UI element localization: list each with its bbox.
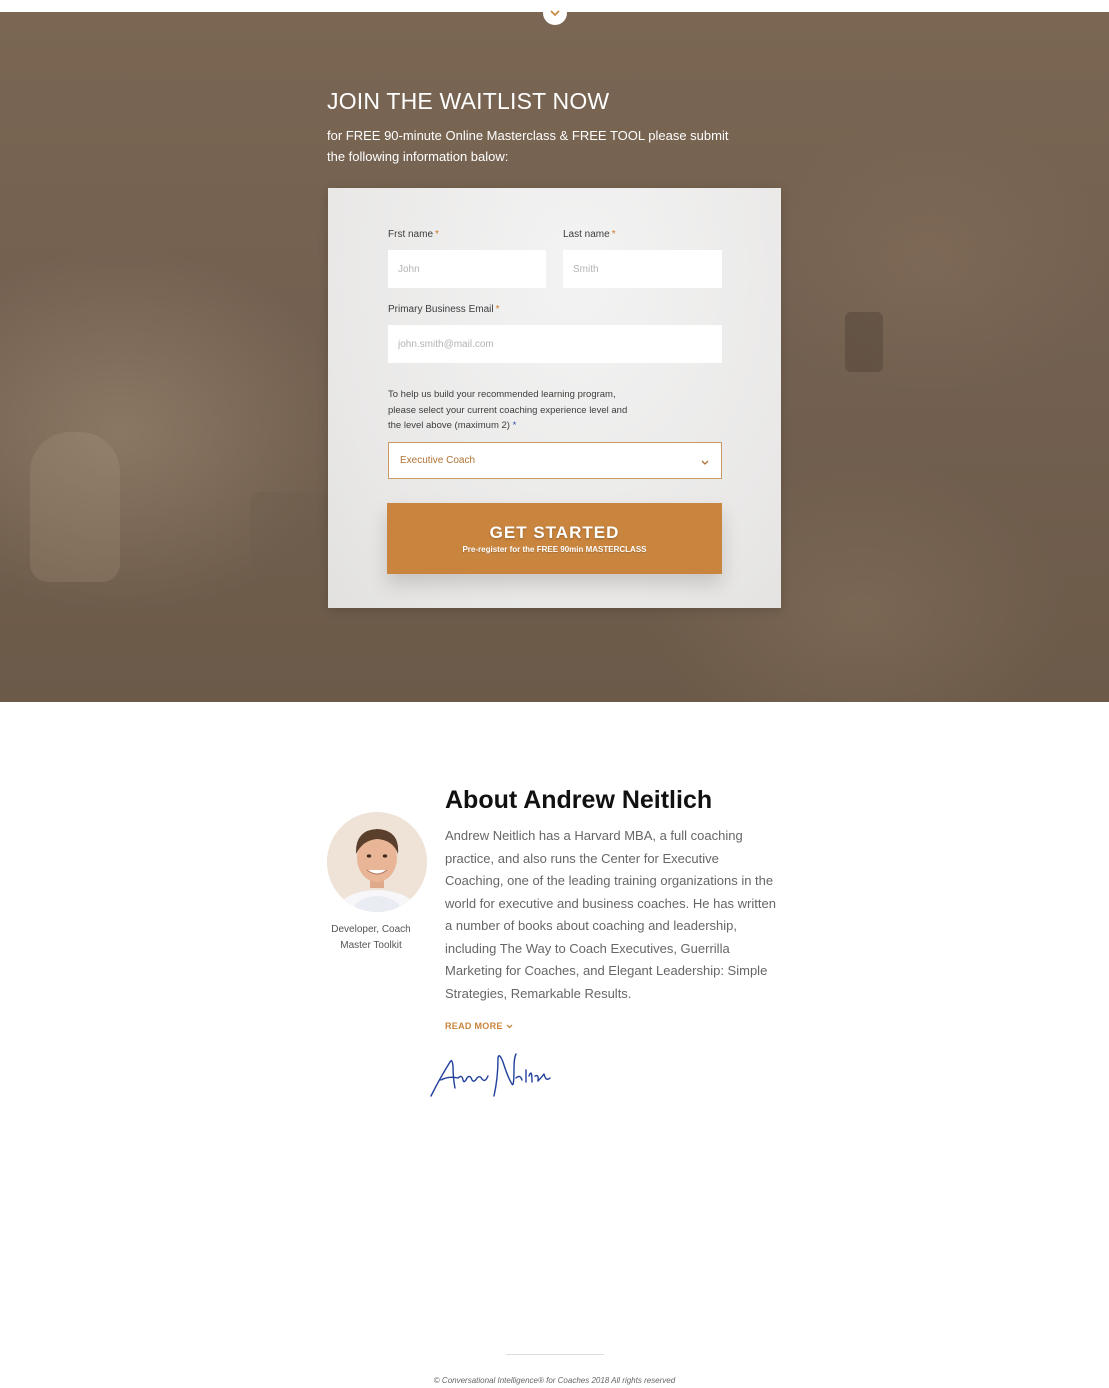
scroll-down-button[interactable] <box>543 1 567 25</box>
hero-subtitle: for FREE 90-minute Online Masterclass & … <box>327 128 729 164</box>
coaching-level-selected-value: Executive Coach <box>400 455 476 466</box>
last-name-input[interactable] <box>563 250 722 288</box>
page-title: JOIN THE WAITLIST NOW <box>327 88 610 114</box>
avatar <box>327 812 427 912</box>
footer-divider <box>506 1354 604 1355</box>
required-marker: * <box>611 229 616 240</box>
portrait-image <box>327 812 427 912</box>
email-label-text: Primary Business Email <box>388 304 494 315</box>
waitlist-form: Frst name* Last name* Primary Business E… <box>328 188 781 608</box>
get-started-label: GET STARTED <box>489 523 620 542</box>
chevron-down-icon <box>701 452 709 470</box>
email-input[interactable] <box>388 325 722 363</box>
first-name-label: Frst name * <box>388 229 439 240</box>
about-heading: About Andrew Neitlich <box>445 786 713 814</box>
read-more-link[interactable]: READ MORE <box>445 1021 513 1031</box>
chevron-down-icon <box>550 4 560 22</box>
waitlist-hero: JOIN THE WAITLIST NOW for FREE 90-minute… <box>0 12 1109 702</box>
about-bio: Andrew Neitlich has a Harvard MBA, a ful… <box>445 828 776 1001</box>
chevron-down-icon <box>506 1024 513 1029</box>
coaching-level-select[interactable]: Executive Coach <box>388 442 722 479</box>
get-started-sublabel: Pre-register for the FREE 90min MASTERCL… <box>462 545 647 554</box>
email-label: Primary Business Email * <box>388 304 500 315</box>
background-cup <box>845 312 883 372</box>
coaching-level-help-text: To help us build your recommended learni… <box>388 389 628 431</box>
first-name-label-text: Frst name <box>388 229 434 240</box>
signature-image <box>428 1048 558 1103</box>
get-started-button[interactable]: GET STARTED Pre-register for the FREE 90… <box>387 503 722 574</box>
last-name-label-text: Last name <box>563 229 610 240</box>
footer-copyright: © Conversational Intelligence® for Coach… <box>433 1376 676 1385</box>
coaching-level-help: To help us build your recommended learni… <box>388 387 638 434</box>
required-marker: * <box>435 229 439 240</box>
required-marker: * <box>495 304 500 315</box>
last-name-label: Last name * <box>563 229 616 240</box>
read-more-label: READ MORE <box>445 1021 503 1031</box>
first-name-input[interactable] <box>388 250 546 288</box>
required-marker: * <box>512 420 517 431</box>
avatar-caption: Developer, Coach Master Toolkit <box>331 924 411 951</box>
background-plant <box>250 492 330 572</box>
background-vase <box>30 432 120 582</box>
